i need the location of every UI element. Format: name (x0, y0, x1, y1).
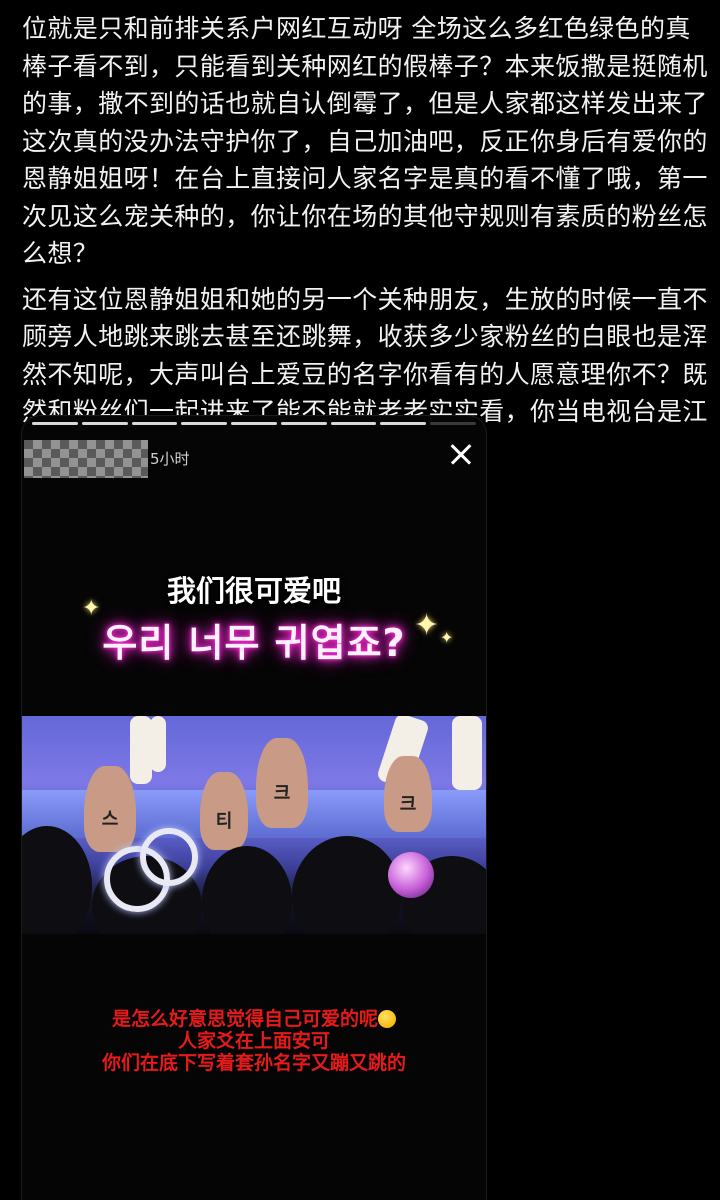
fan-hand: 크 (384, 756, 432, 832)
story-bottom-caption-line1: 是怎么好意思觉得自己可爱的呢 (22, 1008, 486, 1030)
lightstick (140, 828, 198, 886)
story-bottom-caption-line2: 人家爻在上面安可 (177, 1030, 330, 1052)
story-video-frame[interactable]: 스 티 크 크 (22, 716, 486, 934)
story-progress-bar (32, 422, 477, 425)
sparkle-icon: ✦ (440, 628, 454, 647)
performer-leg (452, 716, 482, 790)
story-header: 5小时 (22, 434, 486, 490)
sparkle-icon: ✦ (82, 596, 101, 621)
laughing-tears-emoji-icon (378, 1010, 396, 1028)
fan-hand: 티 (200, 772, 248, 850)
pixelated-username (24, 440, 148, 478)
lightstick-orb (388, 852, 434, 898)
story-screenshot[interactable]: 5小时 我们很可爱吧 우리 너무 귀엽죠? ✦ ✦ ✦ 스 티 크 크 是怎么好… (22, 416, 486, 1200)
crowd-silhouette (292, 836, 402, 934)
performer-leg (150, 716, 166, 772)
close-icon[interactable] (442, 436, 478, 472)
sparkle-icon: ✦ (414, 608, 440, 643)
story-time-ago: 5小时 (150, 450, 190, 468)
performer-leg (130, 716, 152, 784)
crowd-silhouette (22, 826, 92, 934)
post-paragraph-1: 位就是只和前排关系户网红互动呀 全场这么多红色绿色的真棒子看不到，只能看到关种网… (22, 14, 708, 268)
story-bottom-caption-line3: 你们在底下写着套孙名字又蹦又跳的 (101, 1052, 406, 1074)
fan-hand: 스 (84, 766, 136, 852)
fan-hand: 크 (256, 738, 308, 828)
crowd-silhouette (202, 846, 292, 934)
